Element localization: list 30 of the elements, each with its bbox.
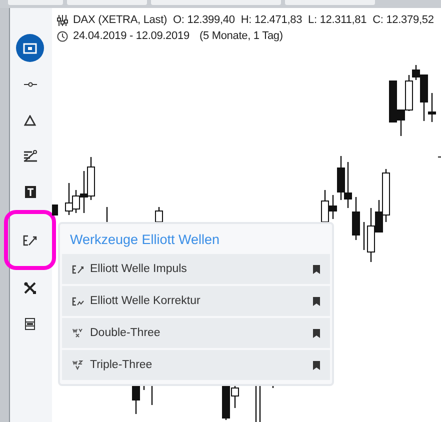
bookmark-icon[interactable] bbox=[313, 360, 320, 370]
instrument-name: DAX (XETRA, Last) bbox=[73, 13, 168, 28]
menu-item[interactable]: Triple-Three bbox=[62, 350, 330, 380]
layout-icon bbox=[25, 318, 35, 330]
ohlc-value: L: 12.311,81 bbox=[308, 13, 367, 28]
line-icon bbox=[24, 82, 36, 86]
text-tool-icon bbox=[24, 186, 36, 198]
fibonacci-icon bbox=[24, 150, 36, 162]
elliott-impulse-icon bbox=[72, 264, 84, 274]
bookmark-icon[interactable] bbox=[313, 296, 320, 306]
ohlc-value: C: 12.379,52 bbox=[372, 13, 434, 28]
date-range: 24.04.2019 - 12.09.2019 bbox=[73, 29, 190, 44]
wxyz-icon bbox=[72, 360, 84, 370]
sliders-icon bbox=[57, 14, 68, 26]
ohlc-value: O: 12.399,40 bbox=[173, 13, 235, 28]
bookmark-icon[interactable] bbox=[313, 328, 320, 338]
duration: (5 Monate, 1 Tag) bbox=[199, 29, 283, 44]
menu-title: Werkzeuge Elliott Wellen bbox=[69, 231, 221, 249]
menu-item[interactable]: Elliott Welle Korrektur bbox=[62, 286, 330, 316]
menu-item[interactable]: Double-Three bbox=[62, 318, 330, 348]
card-icon bbox=[23, 42, 37, 54]
clock-icon bbox=[57, 30, 68, 42]
elliott-correction-icon bbox=[72, 296, 84, 306]
tools-icon bbox=[24, 282, 36, 294]
ohlc-value: H: 12.471,83 bbox=[240, 13, 302, 28]
triangle-icon bbox=[24, 114, 36, 126]
elliott-wave-icon bbox=[22, 234, 36, 246]
wxy-icon bbox=[72, 328, 84, 338]
bookmark-icon[interactable] bbox=[313, 264, 320, 274]
menu-item[interactable]: Elliott Welle Impuls bbox=[62, 254, 330, 284]
